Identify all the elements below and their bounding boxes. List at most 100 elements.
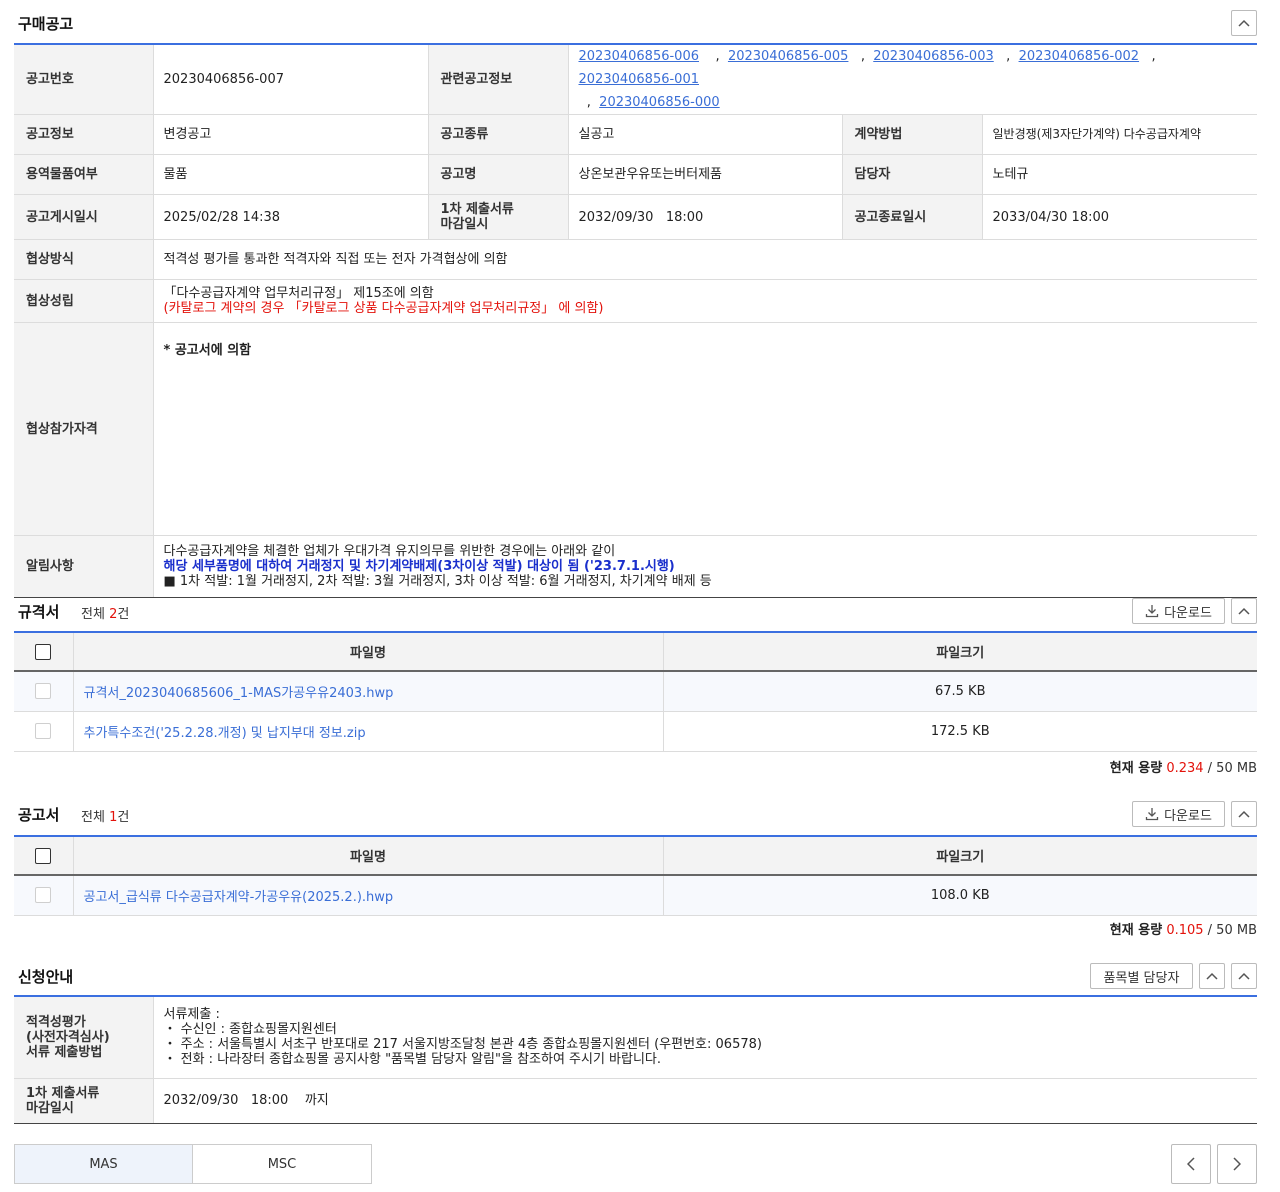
prev-button[interactable] bbox=[1171, 1144, 1211, 1184]
related-sep: , bbox=[1006, 49, 1011, 64]
related-link[interactable]: 20230406856-002 bbox=[1019, 49, 1140, 64]
related-link[interactable]: 20230406856-003 bbox=[873, 49, 994, 64]
notice-doc-col-name: 파일명 bbox=[73, 837, 664, 876]
info-value: 변경공고 bbox=[153, 114, 429, 155]
row-checkbox-cell[interactable] bbox=[14, 711, 74, 752]
download-icon bbox=[1145, 605, 1159, 618]
spec-title: 규격서 bbox=[18, 603, 60, 621]
name-value: 상온보관우유또는버터제품 bbox=[568, 154, 843, 195]
spec-count-suffix: 건 bbox=[117, 607, 130, 622]
notice-value: 다수공급자계약을 체결한 업체가 우대가격 유지의무를 위반한 경우에는 아래와… bbox=[153, 535, 1257, 598]
deadline1-value: 2032/09/30 18:00 bbox=[568, 194, 843, 240]
collapse-spec-button[interactable] bbox=[1231, 598, 1257, 624]
notice-doc-count-suffix: 건 bbox=[117, 810, 130, 825]
download-icon bbox=[1145, 808, 1159, 821]
spec-count-prefix: 전체 bbox=[81, 607, 110, 622]
end-value: 2033/04/30 18:00 bbox=[982, 194, 1257, 240]
apply-deadline-label-2: 마감일시 bbox=[26, 1100, 74, 1116]
kind-label: 공고종류 bbox=[428, 114, 569, 155]
spec-capacity: 현재 용량 0.234 / 50 MB bbox=[1110, 757, 1257, 776]
spec-select-all[interactable] bbox=[14, 633, 74, 672]
related-link[interactable]: 20230406856-000 bbox=[599, 95, 720, 110]
spec-col-size: 파일크기 bbox=[663, 633, 1257, 672]
tab-mas[interactable]: MAS bbox=[14, 1144, 193, 1184]
checkbox[interactable] bbox=[35, 643, 52, 660]
file-link[interactable]: 공고서_급식류 다수공급자계약-가공우유(2025.2.).hwp bbox=[84, 890, 394, 905]
checkbox[interactable] bbox=[35, 847, 52, 864]
deadline1-label: 1차 제출서류 마감일시 bbox=[428, 194, 569, 240]
notice-no-label: 공고번호 bbox=[14, 45, 154, 115]
related-link[interactable]: 20230406856-005 bbox=[728, 49, 849, 64]
qual-label: 협상참가자격 bbox=[14, 322, 154, 536]
info-label: 공고정보 bbox=[14, 114, 154, 155]
file-size: 172.5 KB bbox=[663, 711, 1257, 752]
kind-value: 실공고 bbox=[568, 114, 843, 155]
file-size: 108.0 KB bbox=[663, 875, 1257, 916]
row-checkbox-cell[interactable] bbox=[14, 671, 74, 712]
nego-est-value: 「다수공급자계약 업무처리규정」 제15조에 의함 (카탈로그 계약의 경우 「… bbox=[153, 279, 1257, 323]
tab-msc[interactable]: MSC bbox=[193, 1144, 372, 1184]
chevron-up-icon bbox=[1238, 19, 1250, 27]
purchase-title: 구매공고 bbox=[18, 15, 74, 33]
checkbox[interactable] bbox=[35, 723, 52, 739]
contract-value: 일반경쟁(제3자단가계약) 다수공급자계약 bbox=[982, 114, 1257, 155]
purchase-section-header: 구매공고 bbox=[14, 9, 1257, 37]
related-label: 관련공고정보 bbox=[428, 45, 569, 115]
notice-doc-download-label: 다운로드 bbox=[1164, 808, 1212, 824]
chevron-right-icon bbox=[1233, 1157, 1241, 1171]
chevron-up-icon bbox=[1206, 972, 1218, 980]
apply-up-button[interactable] bbox=[1199, 963, 1225, 989]
deadline1-label-a: 1차 제출서류 bbox=[440, 202, 514, 217]
file-link[interactable]: 추가특수조건('25.2.28.개정) 및 납지부대 정보.zip bbox=[84, 726, 366, 741]
checkbox[interactable] bbox=[35, 887, 52, 904]
item-manager-label: 품목별 담당자 bbox=[1103, 970, 1180, 986]
method-label-2: (사전자격심사) bbox=[26, 1029, 110, 1045]
item-manager-button[interactable]: 품목별 담당자 bbox=[1090, 963, 1193, 989]
chevron-left-icon bbox=[1187, 1157, 1195, 1171]
notice-doc-file-table: 파일명 파일크기 공고서_급식류 다수공급자계약-가공우유(2025.2.).h… bbox=[14, 837, 1257, 916]
collapse-notice-doc-button[interactable] bbox=[1231, 801, 1257, 827]
notice-label: 알림사항 bbox=[14, 535, 154, 598]
notice-line2: 해당 세부품명에 대하여 거래정지 및 차기계약배제(3차이상 적발) 대상이 … bbox=[163, 559, 675, 574]
apply-title: 신청안내 bbox=[18, 968, 74, 986]
notice-doc-title: 공고서 bbox=[18, 806, 60, 824]
notice-doc-capacity: 현재 용량 0.105 / 50 MB bbox=[1110, 919, 1257, 938]
spec-cap-label: 현재 용량 bbox=[1109, 761, 1163, 776]
table-row: 공고서_급식류 다수공급자계약-가공우유(2025.2.).hwp 108.0 … bbox=[14, 875, 1257, 916]
apply-deadline-value: 2032/09/30 18:00 까지 bbox=[153, 1078, 1257, 1124]
spec-col-name: 파일명 bbox=[73, 633, 664, 672]
next-button[interactable] bbox=[1217, 1144, 1257, 1184]
spec-count: 전체 2건 bbox=[81, 603, 129, 622]
related-link[interactable]: 20230406856-001 bbox=[579, 72, 700, 87]
manager-value: 노테규 bbox=[982, 154, 1257, 195]
method-value: 서류제출 : ・ 수신인 : 종합쇼핑몰지원센터 ・ 주소 : 서울특별시 서초… bbox=[153, 997, 1257, 1079]
chevron-up-icon bbox=[1238, 972, 1250, 980]
file-size: 67.5 KB bbox=[663, 671, 1257, 712]
notice-doc-download-button[interactable]: 다운로드 bbox=[1132, 801, 1225, 827]
method-label-1: 적격성평가 bbox=[26, 1014, 86, 1030]
qual-value: * 공고서에 의함 bbox=[153, 322, 1257, 536]
related-sep: , bbox=[715, 49, 720, 64]
deadline1-label-b: 마감일시 bbox=[440, 217, 489, 232]
related-link[interactable]: 20230406856-006 bbox=[579, 49, 700, 64]
posted-label: 공고게시일시 bbox=[14, 194, 154, 240]
checkbox[interactable] bbox=[35, 683, 52, 700]
nego-method-value: 적격성 평가를 통과한 적격자와 직접 또는 전자 가격협상에 의함 bbox=[153, 239, 1257, 280]
notice-doc-select-all[interactable] bbox=[14, 837, 74, 876]
end-label: 공고종료일시 bbox=[842, 194, 983, 240]
method-line3: ・ 주소 : 서울특별시 서초구 반포대로 217 서울지방조달청 본관 4층 … bbox=[163, 1037, 762, 1053]
tab-bar: MAS MSC bbox=[14, 1144, 372, 1184]
file-link[interactable]: 규격서_2023040685606_1-MAS가공우유2403.hwp bbox=[84, 686, 394, 701]
contract-label: 계약방법 bbox=[842, 114, 983, 155]
collapse-purchase-button[interactable] bbox=[1231, 10, 1257, 36]
svc-label: 용역물품여부 bbox=[14, 154, 154, 195]
spec-download-button[interactable]: 다운로드 bbox=[1132, 598, 1225, 624]
row-checkbox-cell[interactable] bbox=[14, 875, 74, 916]
nego-est-line1: 「다수공급자계약 업무처리규정」 제15조에 의함 bbox=[163, 286, 434, 301]
purchase-info-table: 공고번호 20230406856-007 관련공고정보 20230406856-… bbox=[14, 45, 1257, 598]
notice-line3: ■ 1차 적발: 1월 거래정지, 2차 적발: 3월 거래정지, 3차 이상 … bbox=[163, 574, 712, 589]
notice-doc-cap-total: / 50 MB bbox=[1203, 923, 1257, 938]
notice-line1: 다수공급자계약을 체결한 업체가 우대가격 유지의무를 위반한 경우에는 아래와… bbox=[163, 544, 616, 559]
collapse-apply-button[interactable] bbox=[1231, 963, 1257, 989]
related-sep: , bbox=[860, 49, 865, 64]
